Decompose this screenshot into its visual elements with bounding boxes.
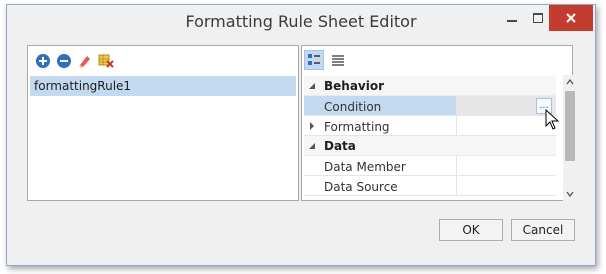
add-rule-icon (36, 54, 50, 68)
property-row-formatting[interactable]: Formatting (304, 116, 556, 136)
purge-rules-button[interactable] (97, 52, 115, 70)
alphabetical-icon (332, 55, 344, 66)
property-value[interactable]: ... (456, 96, 556, 116)
categorized-view-button[interactable] (304, 50, 324, 70)
scroll-up-button[interactable] (563, 75, 577, 89)
remove-rule-icon (57, 54, 71, 68)
alphabetical-view-button[interactable] (328, 50, 348, 70)
property-grid-rows: Behavior Condition ... Formatting Data D… (304, 76, 556, 196)
category-row-data[interactable]: Data (304, 136, 556, 156)
scroll-down-button[interactable] (563, 187, 577, 201)
mouse-cursor-icon (545, 109, 559, 130)
property-row-condition[interactable]: Condition ... (304, 96, 556, 116)
rules-panel: formattingRule1 (27, 45, 299, 201)
rules-list[interactable]: formattingRule1 (30, 76, 296, 198)
add-rule-button[interactable] (34, 52, 52, 70)
clear-rules-icon (79, 56, 90, 68)
property-grid: Behavior Condition ... Formatting Data D… (301, 45, 573, 201)
purge-rules-icon (98, 54, 114, 68)
collapse-triangle-icon[interactable] (308, 82, 316, 90)
cancel-button[interactable]: Cancel (511, 219, 575, 241)
property-value[interactable] (456, 156, 556, 176)
remove-rule-button[interactable] (55, 52, 73, 70)
property-name: Formatting (324, 120, 390, 134)
property-value[interactable] (456, 116, 556, 136)
maximize-icon (533, 13, 543, 23)
minimize-icon (507, 20, 517, 22)
rules-toolbar (34, 52, 115, 72)
clear-rules-button[interactable] (76, 52, 94, 70)
property-grid-scrollbar[interactable] (563, 75, 577, 201)
ok-button[interactable]: OK (439, 219, 503, 241)
chevron-up-icon (566, 79, 574, 85)
category-label: Behavior (324, 79, 385, 93)
category-label: Data (324, 139, 356, 153)
property-row-data-member[interactable]: Data Member (304, 156, 556, 176)
close-button[interactable] (549, 5, 593, 31)
property-name: Condition (324, 100, 382, 114)
scroll-thumb[interactable] (565, 91, 575, 161)
property-row-data-source[interactable]: Data Source (304, 176, 556, 196)
chevron-down-icon (566, 191, 574, 197)
collapse-triangle-icon[interactable] (308, 142, 316, 150)
category-row-behavior[interactable]: Behavior (304, 76, 556, 96)
property-name: Data Source (324, 180, 398, 194)
property-name: Data Member (324, 160, 406, 174)
rules-list-item[interactable]: formattingRule1 (30, 76, 296, 96)
formatting-rule-sheet-editor-window: Formatting Rule Sheet Editor formattingR… (6, 4, 596, 266)
expand-triangle-icon[interactable] (308, 122, 316, 130)
property-grid-toolbar (304, 48, 348, 72)
categorized-icon (308, 54, 320, 65)
title-bar[interactable]: Formatting Rule Sheet Editor (7, 5, 595, 41)
close-icon (566, 13, 576, 23)
property-value[interactable] (456, 176, 556, 196)
